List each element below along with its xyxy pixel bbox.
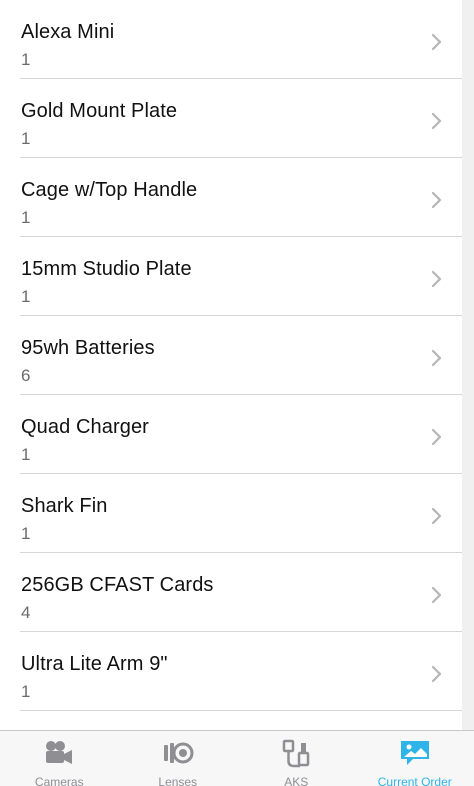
item-quantity: 1 [21, 287, 31, 306]
list-item[interactable]: Ultra Lite Arm 9" 1 [0, 632, 462, 711]
item-name: 95wh Batteries [21, 337, 155, 359]
item-quantity: 1 [21, 445, 31, 464]
item-name: 15mm Studio Plate [21, 258, 192, 280]
chevron-right-icon [431, 586, 442, 604]
tab-aks[interactable]: AKS [237, 731, 356, 786]
chevron-right-icon [431, 112, 442, 130]
chevron-right-icon [431, 428, 442, 446]
item-name: 256GB CFAST Cards [21, 574, 214, 596]
list-item[interactable]: Shark Fin 1 [0, 474, 462, 553]
chevron-right-icon [431, 33, 442, 51]
item-quantity: 4 [21, 603, 31, 622]
chevron-right-icon [431, 270, 442, 288]
item-quantity: 6 [21, 366, 31, 385]
list-item[interactable]: 256GB CFAST Cards 4 [0, 553, 462, 632]
tab-current-order[interactable]: Current Order [356, 731, 474, 786]
lens-icon [163, 742, 194, 764]
tab-lenses[interactable]: Lenses [119, 731, 238, 786]
current-order-screen: Alexa Mini 1 Gold Mount Plate 1 Cage w/T… [0, 0, 474, 786]
list-item[interactable]: Gold Mount Plate 1 [0, 79, 462, 158]
item-quantity: 1 [21, 682, 31, 701]
item-name: Ultra Lite Arm 9" [21, 653, 168, 675]
item-quantity: 1 [21, 524, 31, 543]
list-item[interactable]: Cage w/Top Handle 1 [0, 158, 462, 237]
chevron-right-icon [431, 507, 442, 525]
tab-label: AKS [284, 775, 309, 786]
item-name: Quad Charger [21, 416, 149, 438]
cable-icon [283, 739, 310, 768]
item-quantity: 1 [21, 208, 31, 227]
list-item[interactable]: Quad Charger 1 [0, 395, 462, 474]
tab-cameras[interactable]: Cameras [0, 731, 119, 786]
tab-label: Current Order [377, 775, 452, 786]
list-item[interactable]: 15mm Studio Plate 1 [0, 237, 462, 316]
image-chat-icon [400, 741, 429, 765]
item-quantity: 1 [21, 50, 31, 69]
chevron-right-icon [431, 191, 442, 209]
item-name: Alexa Mini [21, 21, 115, 43]
list-item[interactable]: Alexa Mini 1 [0, 0, 462, 79]
chevron-right-icon [431, 349, 442, 367]
video-camera-icon [46, 741, 73, 764]
order-item-list: Alexa Mini 1 Gold Mount Plate 1 Cage w/T… [0, 0, 462, 711]
tab-label: Lenses [158, 775, 198, 786]
scrollbar-track[interactable] [462, 0, 474, 731]
item-quantity: 1 [21, 129, 31, 148]
item-name: Cage w/Top Handle [21, 179, 198, 201]
item-name: Gold Mount Plate [21, 100, 178, 122]
tab-bar: Cameras Lenses AKS Current Order [0, 730, 474, 786]
chevron-right-icon [431, 665, 442, 683]
list-item[interactable]: 95wh Batteries 6 [0, 316, 462, 395]
item-name: Shark Fin [21, 495, 108, 517]
tab-label: Cameras [34, 775, 84, 786]
